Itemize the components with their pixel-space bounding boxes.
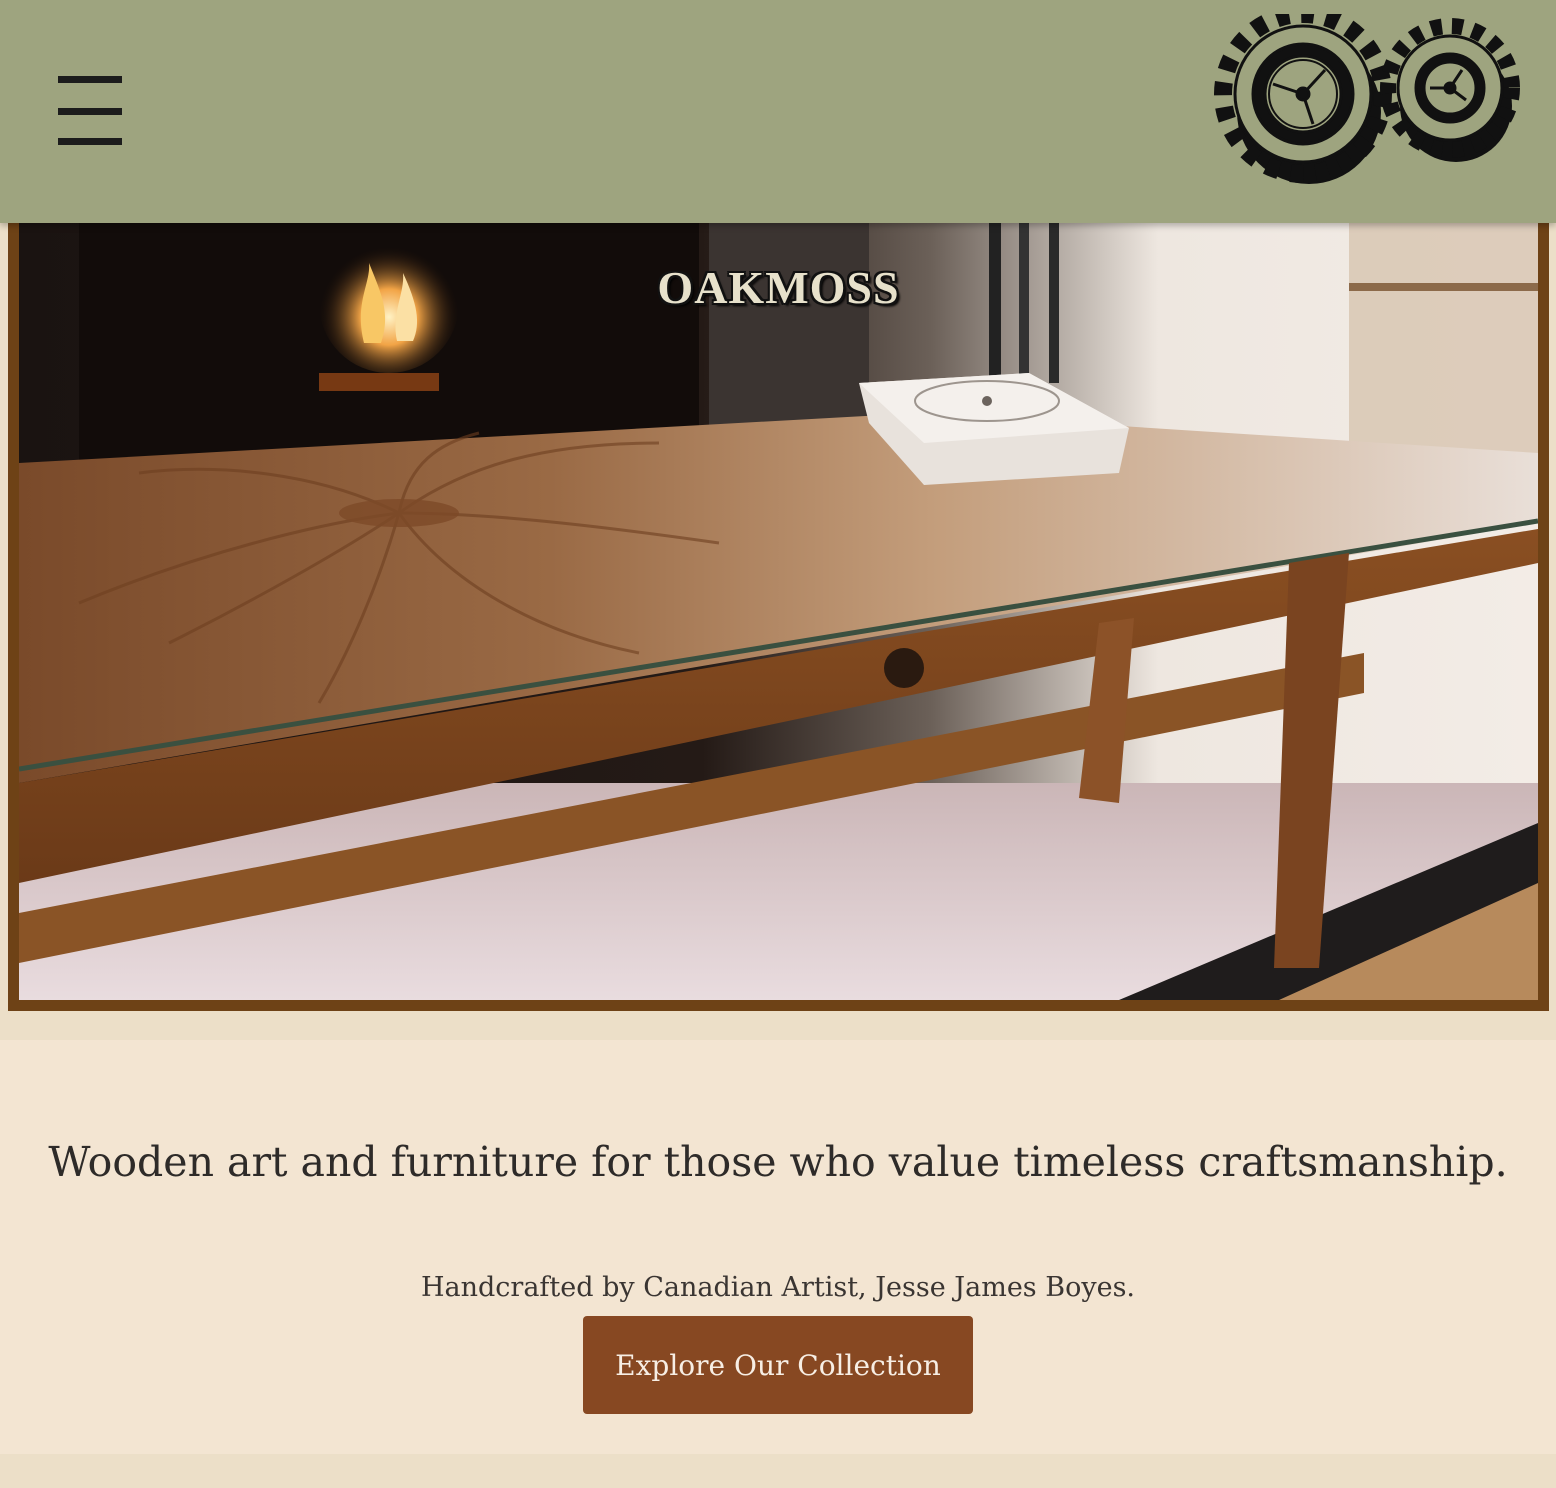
tagline: Wooden art and furniture for those who v… [48,1138,1508,1186]
explore-collection-button[interactable]: Explore Our Collection [583,1316,973,1414]
hero-banner: OAKMOSS [8,223,1549,1011]
hamburger-menu-icon[interactable] [58,76,122,146]
artist-credit: Handcrafted by Canadian Artist, Jesse Ja… [420,1272,1136,1303]
hero-title: OAKMOSS [657,262,900,313]
menu-bar [58,108,122,115]
menu-bar [58,76,122,83]
hero-image [19,223,1538,1000]
gears-logo-icon[interactable] [1205,14,1523,194]
menu-bar [58,138,122,145]
site-header [0,0,1556,223]
intro-section: Wooden art and furniture for those who v… [0,1040,1556,1454]
coffee-table-photo: OAKMOSS [19,223,1538,1000]
